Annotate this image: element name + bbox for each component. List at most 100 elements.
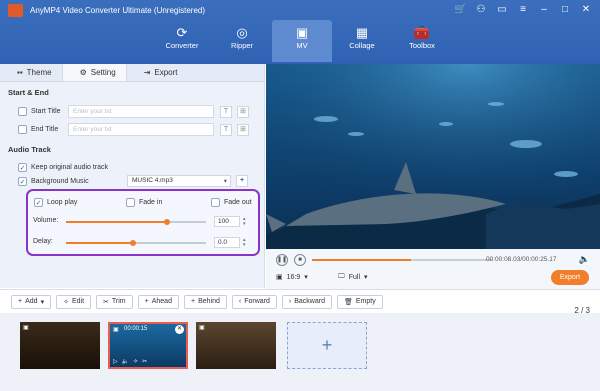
- delay-input[interactable]: 0.0: [214, 237, 240, 248]
- music-select[interactable]: MUSIC 4.mp3 ▾: [127, 175, 231, 187]
- chevron-down-icon: ▾: [40, 298, 45, 306]
- add-button[interactable]: + Add ▾: [11, 294, 52, 309]
- nav-label: Converter: [165, 41, 199, 50]
- pause-icon[interactable]: ❚❚: [276, 254, 288, 266]
- backward-label: Backward: [294, 298, 325, 305]
- volume-icon[interactable]: 🔈: [579, 254, 590, 265]
- magic-icon: ✧: [63, 298, 69, 306]
- tab-export[interactable]: ⇥ Export: [127, 64, 188, 81]
- chevron-down-icon: ▾: [364, 274, 368, 281]
- volume-slider[interactable]: [66, 219, 206, 225]
- forward-button[interactable]: ‹ Forward: [231, 294, 277, 309]
- timeline-clip-selected[interactable]: ▣ 00:00:15 ✕ ▷🔈✧✂: [108, 322, 188, 369]
- fade-out-checkbox[interactable]: [211, 198, 220, 207]
- aspect-icon: ▣: [276, 274, 283, 281]
- start-end-heading: Start & End: [8, 88, 49, 97]
- delay-knob[interactable]: [130, 240, 137, 246]
- image-icon: ▣: [23, 325, 29, 331]
- end-title-label: End Title: [31, 126, 59, 133]
- volume-label: Volume:: [33, 217, 59, 224]
- start-title-checkbox[interactable]: [18, 107, 27, 116]
- remove-clip-icon[interactable]: ✕: [175, 325, 184, 334]
- volume-knob[interactable]: [163, 219, 170, 225]
- clip-actions[interactable]: ▷🔈✧✂: [113, 358, 151, 365]
- behind-button[interactable]: + Behind: [183, 294, 227, 309]
- playback-bar[interactable]: [312, 259, 492, 261]
- end-title-checkbox[interactable]: [18, 125, 27, 134]
- volume-input[interactable]: 100: [214, 216, 240, 227]
- nav-converter[interactable]: ⟳ Converter: [152, 20, 212, 62]
- tab-theme[interactable]: ▪▪ Theme: [0, 64, 62, 81]
- text-format-button[interactable]: T: [220, 124, 232, 136]
- playback-progress: [312, 259, 411, 261]
- edit-toolbar: + Add ▾ ✧ Edit ✂ Trim + Ahead + Behind ‹ Forwar…: [0, 289, 600, 313]
- backward-button[interactable]: › Backward: [281, 294, 332, 309]
- delay-slider[interactable]: [66, 240, 206, 246]
- nav-ripper[interactable]: ◎ Ripper: [212, 20, 272, 62]
- user-icon[interactable]: ⚇: [475, 4, 487, 15]
- ahead-button[interactable]: + Ahead: [137, 294, 179, 309]
- volume-stepper[interactable]: ▲ ▼: [242, 216, 246, 226]
- empty-label: Empty: [355, 298, 376, 305]
- text-position-button[interactable]: ⊞: [237, 124, 249, 136]
- background-music-checkbox[interactable]: ✓: [18, 177, 27, 186]
- add-music-button[interactable]: +: [236, 175, 248, 187]
- panel-tabs: ▪▪ Theme ⚙ Setting ⇥ Export: [0, 64, 264, 82]
- chat-icon[interactable]: ▭: [496, 4, 508, 15]
- start-title-input[interactable]: Enter your txt: [68, 105, 214, 118]
- scissors-icon: ✂: [103, 298, 109, 306]
- menu-icon[interactable]: ≡: [517, 4, 529, 15]
- close-icon[interactable]: ✕: [580, 4, 592, 15]
- loop-play-checkbox[interactable]: ✓: [34, 198, 43, 207]
- app-logo: [8, 4, 23, 17]
- delay-stepper[interactable]: ▲ ▼: [242, 237, 246, 247]
- video-icon: ▣: [113, 327, 119, 333]
- aspect-select[interactable]: ▣ 16:9 ▾: [276, 273, 308, 282]
- fade-in-checkbox[interactable]: [126, 198, 135, 207]
- tab-label: Export: [154, 68, 178, 77]
- add-clip-button[interactable]: +: [287, 322, 367, 369]
- nav-label: Collage: [349, 41, 375, 50]
- trim-button[interactable]: ✂ Trim: [96, 294, 133, 309]
- toolbox-icon: 🧰: [413, 25, 431, 40]
- theme-icon: ▪▪: [17, 68, 23, 77]
- end-title-input[interactable]: Enter your txt: [68, 123, 214, 136]
- behind-label: Behind: [198, 298, 220, 305]
- timeline-clip[interactable]: ▣: [20, 322, 100, 369]
- background-music-label: Background Music: [31, 178, 89, 185]
- nav-collage[interactable]: ▦ Collage: [332, 20, 392, 62]
- minimize-icon[interactable]: –: [538, 4, 550, 15]
- cart-icon[interactable]: 🛒: [454, 4, 466, 15]
- window-controls: 🛒 ⚇ ▭ ≡ – □ ✕: [454, 4, 592, 15]
- gear-icon: ⚙: [79, 68, 87, 77]
- chevron-down-icon: ▾: [223, 178, 227, 185]
- keep-original-checkbox[interactable]: ✓: [18, 163, 27, 172]
- tab-label: Theme: [26, 68, 52, 77]
- start-title-label: Start Title: [31, 108, 61, 115]
- maximize-icon[interactable]: □: [559, 4, 571, 15]
- tab-label: Setting: [90, 68, 116, 77]
- export-button[interactable]: Export: [551, 270, 589, 285]
- text-format-button[interactable]: T: [220, 106, 232, 118]
- view-select[interactable]: 🖵 Full ▾: [338, 273, 368, 281]
- timeline-clip[interactable]: ▣: [196, 322, 276, 369]
- tab-setting[interactable]: ⚙ Setting: [61, 64, 127, 81]
- fade-out-row: Fade out: [211, 198, 252, 207]
- nav-mv[interactable]: ▣ MV: [272, 20, 332, 62]
- title-bar: AnyMP4 Video Converter Ultimate (Unregis…: [0, 0, 600, 64]
- nav-toolbox[interactable]: 🧰 Toolbox: [392, 20, 452, 62]
- delay-label: Delay:: [33, 238, 53, 245]
- edit-label: Edit: [71, 298, 85, 305]
- empty-button[interactable]: 🗑 Empty: [336, 294, 383, 309]
- text-position-button[interactable]: ⊞: [237, 106, 249, 118]
- edit-button[interactable]: ✧ Edit: [56, 294, 92, 309]
- trash-icon: 🗑: [343, 298, 353, 306]
- time-display: 00:00:08.03/00:00:25.17: [486, 256, 557, 263]
- mv-icon: ▣: [295, 25, 309, 40]
- fade-out-label: Fade out: [224, 199, 252, 206]
- stop-icon[interactable]: ■: [294, 254, 306, 266]
- delay-fill: [66, 242, 134, 244]
- nav-label: MV: [296, 41, 308, 50]
- plus-icon: +: [190, 298, 196, 305]
- forward-label: Forward: [244, 298, 270, 305]
